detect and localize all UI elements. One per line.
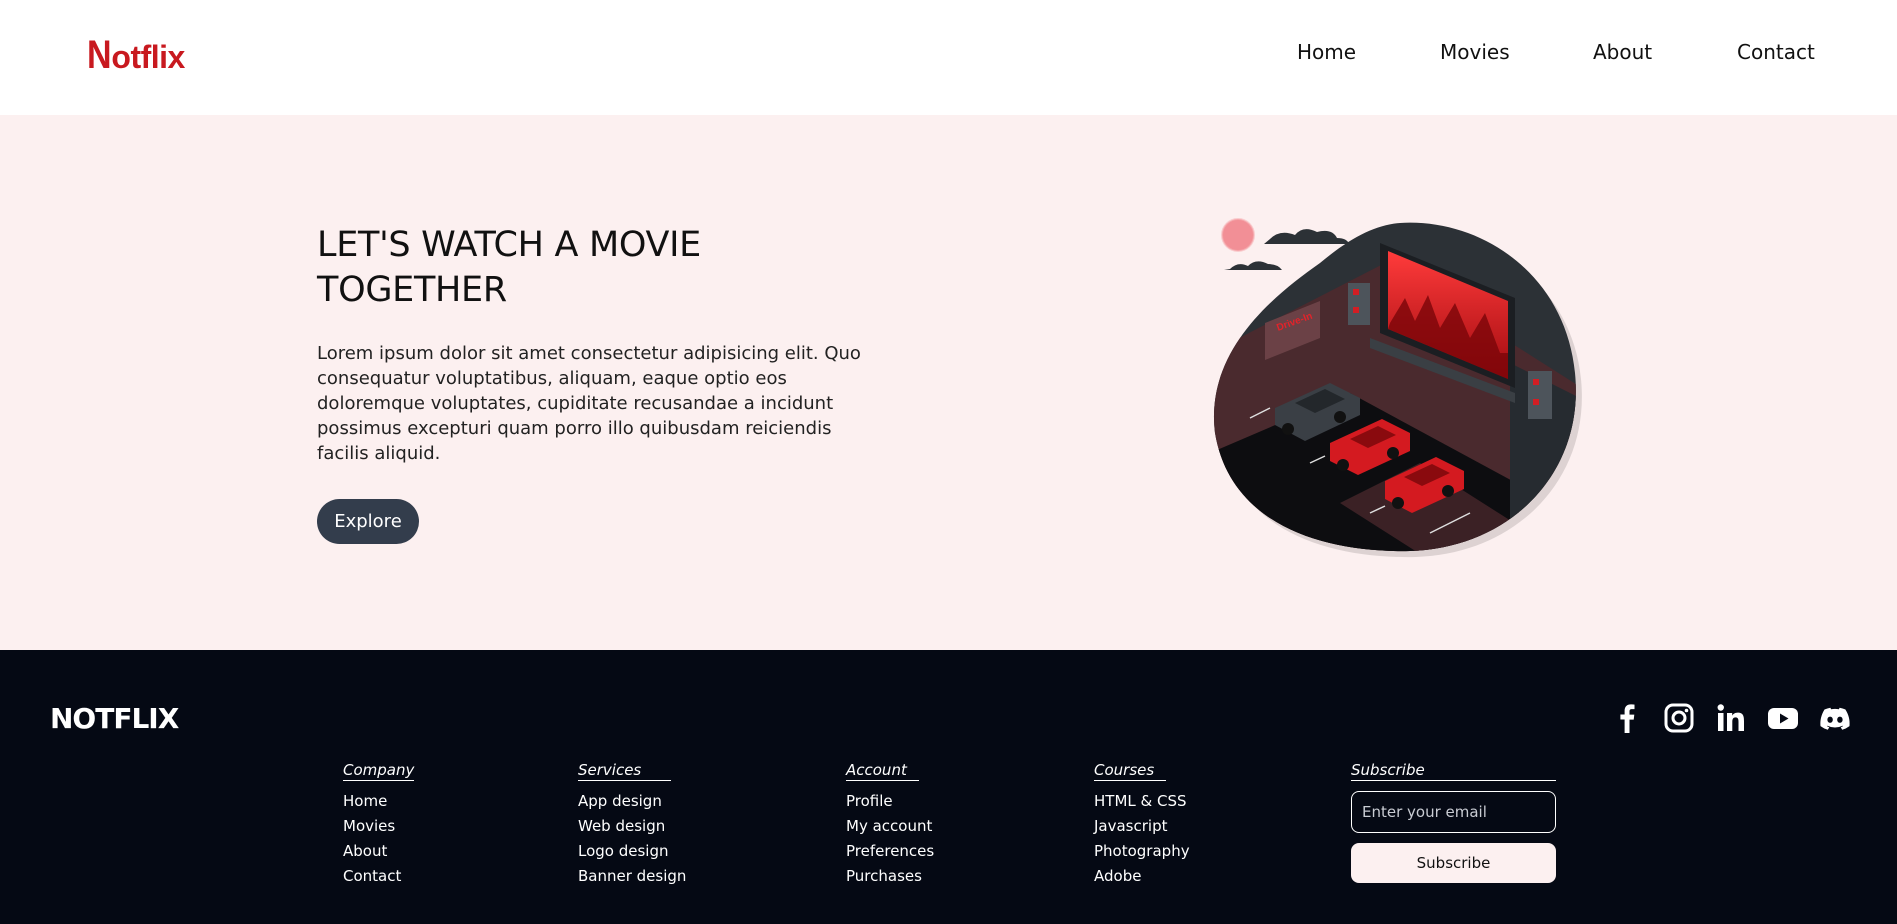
hero-description: Lorem ipsum dolor sit amet consectetur a… xyxy=(317,343,861,464)
footer-brand: NOTFLIX xyxy=(50,702,179,735)
nav-about[interactable]: About xyxy=(1593,40,1652,64)
footer-link-about[interactable]: About xyxy=(343,842,387,860)
footer-link-profile[interactable]: Profile xyxy=(846,792,893,810)
footer-link-app-design[interactable]: App design xyxy=(578,792,662,810)
footer-col-company: Company Home Movies About Contact xyxy=(343,760,415,889)
footer-col-title: Subscribe xyxy=(1351,761,1556,781)
nav-contact[interactable]: Contact xyxy=(1737,40,1815,64)
instagram-icon[interactable] xyxy=(1663,702,1695,734)
footer-col-title: Account xyxy=(846,761,919,781)
nav-movies[interactable]: Movies xyxy=(1440,40,1510,64)
footer-link-html-css[interactable]: HTML & CSS xyxy=(1094,792,1187,810)
footer-link-logo-design[interactable]: Logo design xyxy=(578,842,669,860)
footer-col-account: Account Profile My account Preferences P… xyxy=(846,760,934,889)
discord-icon[interactable] xyxy=(1819,702,1851,734)
explore-button[interactable]: Explore xyxy=(317,499,419,544)
social-links xyxy=(1611,702,1851,734)
footer-link-adobe[interactable]: Adobe xyxy=(1094,867,1141,885)
footer-col-title: Company xyxy=(343,761,415,781)
footer-col-title: Services xyxy=(578,761,672,781)
footer-col-title: Courses xyxy=(1094,761,1167,781)
subscribe-button[interactable]: Subscribe xyxy=(1351,843,1556,883)
footer-col-courses: Courses HTML & CSS Javascript Photograph… xyxy=(1094,760,1190,889)
site-footer: NOTFLIX Company Home Movies About Contac… xyxy=(0,650,1897,924)
footer-link-javascript[interactable]: Javascript xyxy=(1094,817,1167,835)
footer-link-banner-design[interactable]: Banner design xyxy=(578,867,686,885)
logo-text: otflix xyxy=(111,39,185,75)
nav-home[interactable]: Home xyxy=(1297,40,1356,64)
youtube-icon[interactable] xyxy=(1767,702,1799,734)
hero-title: LET'S WATCH A MOVIE TOGETHER xyxy=(317,225,701,310)
hero-section: LET'S WATCH A MOVIE TOGETHER Lorem ipsum… xyxy=(0,115,1897,650)
drive-in-cinema-illustration: Drive-In xyxy=(1213,218,1582,558)
facebook-icon[interactable] xyxy=(1611,702,1643,734)
email-input[interactable] xyxy=(1351,791,1556,833)
logo-initial: N xyxy=(87,33,112,77)
footer-link-contact[interactable]: Contact xyxy=(343,867,401,885)
footer-link-web-design[interactable]: Web design xyxy=(578,817,665,835)
footer-link-purchases[interactable]: Purchases xyxy=(846,867,922,885)
footer-link-movies[interactable]: Movies xyxy=(343,817,395,835)
site-logo[interactable]: Notflix xyxy=(87,33,185,78)
linkedin-icon[interactable] xyxy=(1715,702,1747,734)
footer-link-photography[interactable]: Photography xyxy=(1094,842,1190,860)
site-header: Notflix Home Movies About Contact xyxy=(0,0,1897,115)
footer-col-subscribe: Subscribe Subscribe xyxy=(1351,760,1556,883)
footer-col-services: Services App design Web design Logo desi… xyxy=(578,760,686,889)
footer-link-my-account[interactable]: My account xyxy=(846,817,932,835)
footer-link-home[interactable]: Home xyxy=(343,792,387,810)
footer-link-preferences[interactable]: Preferences xyxy=(846,842,934,860)
